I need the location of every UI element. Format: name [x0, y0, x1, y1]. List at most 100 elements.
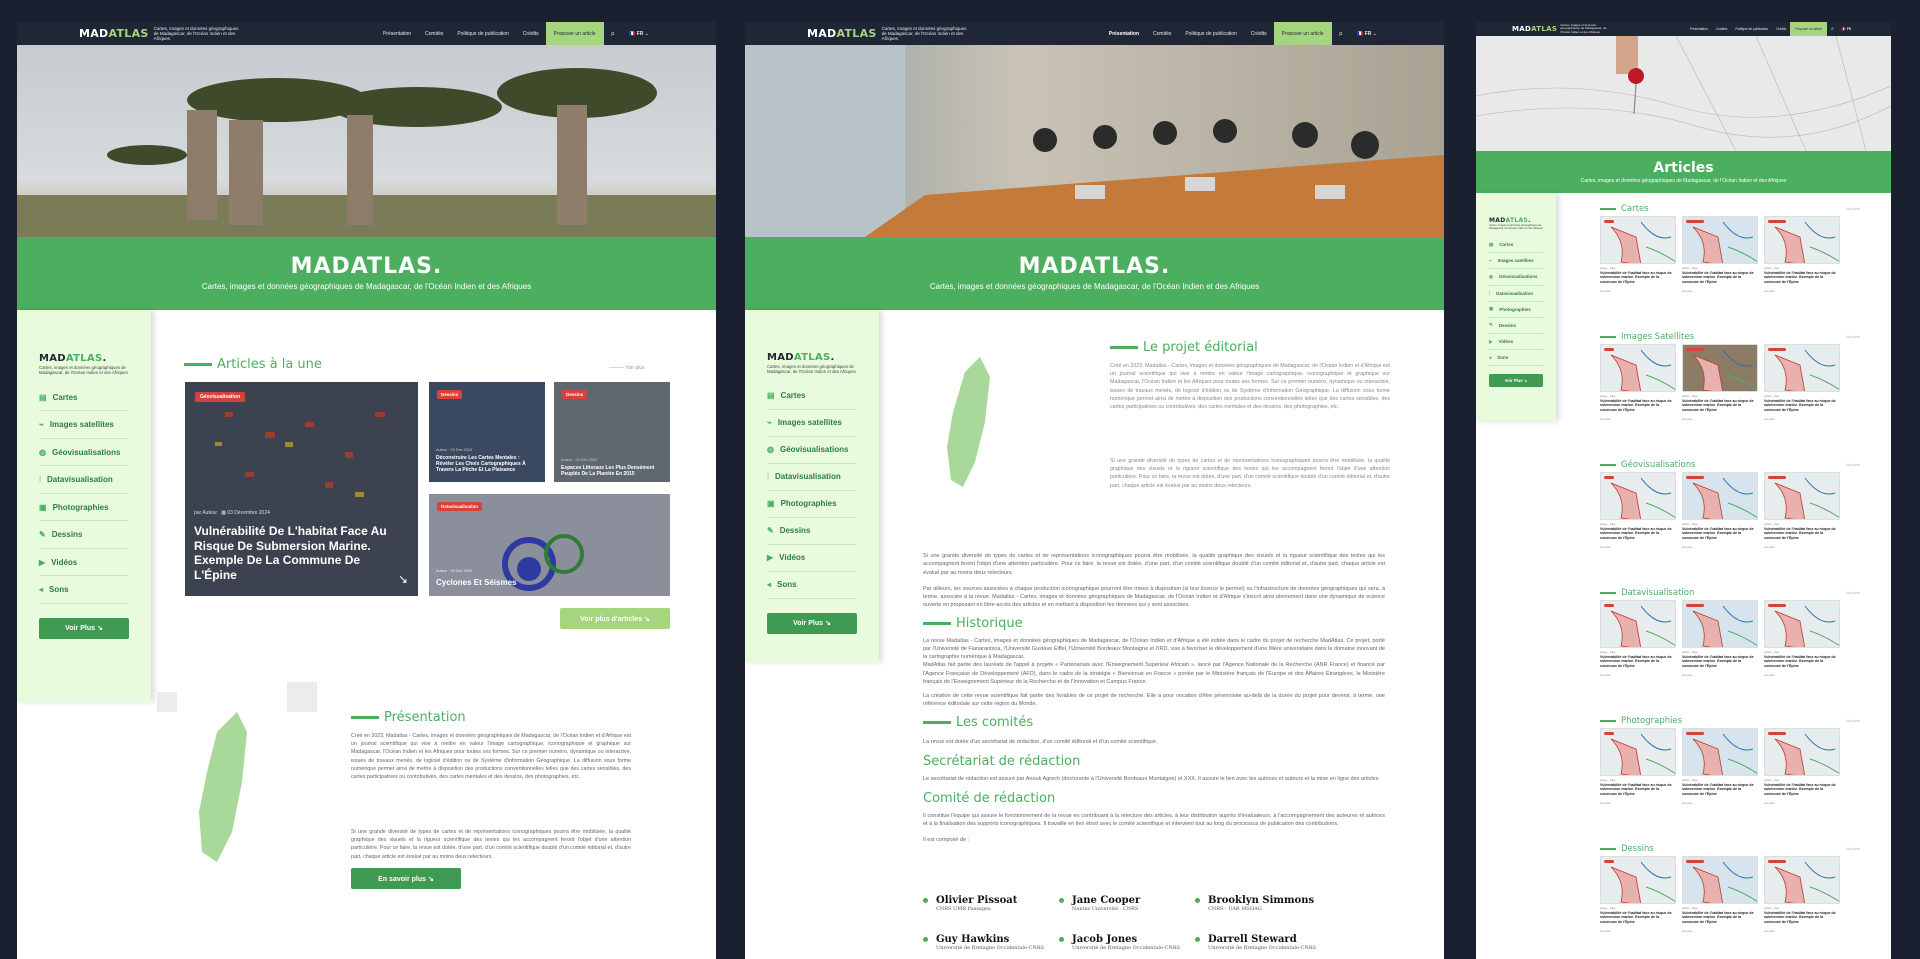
sidebar-item-vidéos[interactable]: ▶ Vidéos	[767, 545, 857, 572]
sidebar-item-photographies[interactable]: ▣ Photographies	[767, 491, 857, 518]
article-thumbnail[interactable]	[1600, 856, 1676, 904]
article-title[interactable]: Vulnérabilité de l'habitat face au risqu…	[1682, 911, 1756, 924]
nav-item-politique[interactable]: Politique de publication	[1731, 27, 1772, 31]
sidebar-item-images-satellites[interactable]: ⌁ Images satellites	[1489, 253, 1543, 270]
article-thumbnail[interactable]	[1682, 216, 1758, 264]
article-thumbnail[interactable]	[1682, 472, 1758, 520]
article-title[interactable]: Vulnérabilité de l'habitat face au risqu…	[1682, 655, 1756, 668]
sidebar-item-cartes[interactable]: ▤ Cartes	[39, 384, 129, 412]
sidebar-item-dessins[interactable]: ✎ Dessins	[1489, 318, 1543, 335]
article-title[interactable]: Vulnérabilité de l'habitat face au risqu…	[1764, 399, 1838, 412]
section-see-all-link[interactable]: Voir tous	[1846, 335, 1860, 339]
sidebar-item-géovisualisations[interactable]: ◍ Géovisualisations	[39, 439, 129, 467]
section-see-all-link[interactable]: Voir tous	[1846, 719, 1860, 723]
article-title[interactable]: Vulnérabilité de l'habitat face au risqu…	[1682, 399, 1756, 412]
article-read-more-link[interactable]: Lire plus	[1764, 545, 1775, 549]
sidebar-item-datavisualisation[interactable]: ⫶ Datavisualisation	[1489, 286, 1543, 302]
nav-item-credits[interactable]: Crédits	[1244, 31, 1274, 37]
card-title[interactable]: Déconstruire Les Cartes Mentales : Révél…	[436, 455, 536, 473]
article-thumbnail[interactable]	[1764, 216, 1840, 264]
featured-card-1[interactable]: Dessins Auteur · 03 Déc 2024 Déconstruir…	[429, 382, 545, 482]
section-see-all-link[interactable]: Voir tous	[1846, 207, 1860, 211]
article-read-more-link[interactable]: Lire plus	[1682, 289, 1693, 293]
sidebar-item-géovisualisations[interactable]: ◍ Géovisualisations	[767, 437, 857, 464]
sidebar-voir-plus-button[interactable]: Voir Plus ↘	[1489, 374, 1543, 388]
sidebar-item-vidéos[interactable]: ▶ Vidéos	[1489, 334, 1543, 351]
sidebar-voir-plus-button[interactable]: Voir Plus ↘	[39, 617, 129, 639]
article-title[interactable]: Vulnérabilité de l'habitat face au risqu…	[1600, 399, 1674, 412]
article-thumbnail[interactable]	[1764, 600, 1840, 648]
article-title[interactable]: Vulnérabilité de l'habitat face au risqu…	[1764, 655, 1838, 668]
article-read-more-link[interactable]: Lire plus	[1764, 929, 1775, 933]
article-read-more-link[interactable]: Lire plus	[1682, 545, 1693, 549]
article-thumbnail[interactable]	[1600, 344, 1676, 392]
sidebar-item-sons[interactable]: ◂ Sons	[1489, 350, 1543, 367]
sidebar-voir-plus-button[interactable]: Voir Plus ↘	[767, 612, 857, 634]
article-title[interactable]: Vulnérabilité de l'habitat face au risqu…	[1764, 527, 1838, 540]
article-read-more-link[interactable]: Lire plus	[1764, 417, 1775, 421]
article-read-more-link[interactable]: Lire plus	[1600, 673, 1611, 677]
article-thumbnail[interactable]	[1682, 728, 1758, 776]
featured-main-card[interactable]: Géovisualisation par Auteur ▦ 03 Décembr…	[185, 382, 418, 596]
featured-main-title[interactable]: Vulnérabilité De L'habitat Face Au Risqu…	[194, 524, 399, 583]
language-selector[interactable]: 🇫🇷 FR ⌄	[622, 31, 656, 37]
article-title[interactable]: Vulnérabilité de l'habitat face au risqu…	[1600, 655, 1674, 668]
site-logo[interactable]: MADATLAS	[807, 27, 877, 40]
article-title[interactable]: Vulnérabilité de l'habitat face au risqu…	[1600, 527, 1674, 540]
language-selector[interactable]: 🇫🇷 FR ⌄	[1350, 31, 1384, 37]
article-read-more-link[interactable]: Lire plus	[1682, 673, 1693, 677]
article-thumbnail[interactable]	[1764, 728, 1840, 776]
article-title[interactable]: Vulnérabilité de l'habitat face au risqu…	[1764, 271, 1838, 284]
sidebar-item-images-satellites[interactable]: ⌁ Images satellites	[767, 410, 857, 437]
featured-see-all-link[interactable]: ——— Voir plus	[609, 365, 645, 371]
article-read-more-link[interactable]: Lire plus	[1600, 801, 1611, 805]
featured-card-3[interactable]: Datavisualisation Auteur · 03 Déc 2024 C…	[429, 494, 670, 596]
sidebar-item-photographies[interactable]: ▣ Photographies	[1489, 302, 1543, 318]
article-title[interactable]: Vulnérabilité de l'habitat face au risqu…	[1600, 271, 1674, 284]
sidebar-item-sons[interactable]: ◂ Sons	[767, 572, 857, 599]
nav-item-presentation[interactable]: Présentation	[376, 31, 418, 37]
section-see-all-link[interactable]: Voir tous	[1846, 463, 1860, 467]
article-thumbnail[interactable]	[1764, 856, 1840, 904]
propose-article-button[interactable]: Proposer un article	[545, 22, 604, 45]
sidebar-item-photographies[interactable]: ▣ Photographies	[39, 494, 129, 522]
sidebar-item-images-satellites[interactable]: ⌁ Images satellites	[39, 411, 129, 439]
article-read-more-link[interactable]: Lire plus	[1600, 929, 1611, 933]
article-title[interactable]: Vulnérabilité de l'habitat face au risqu…	[1764, 783, 1838, 796]
article-read-more-link[interactable]: Lire plus	[1764, 801, 1775, 805]
featured-more-button[interactable]: Voir plus d'articles ↘	[560, 608, 670, 629]
article-title[interactable]: Vulnérabilité de l'habitat face au risqu…	[1682, 527, 1756, 540]
sidebar-item-cartes[interactable]: ▤ Cartes	[1489, 237, 1543, 254]
sidebar-item-datavisualisation[interactable]: ⫶ Datavisualisation	[39, 466, 129, 494]
sidebar-item-dessins[interactable]: ✎ Dessins	[767, 518, 857, 545]
sidebar-item-sons[interactable]: ◂ Sons	[39, 576, 129, 604]
article-title[interactable]: Vulnérabilité de l'habitat face au risqu…	[1600, 911, 1674, 924]
nav-item-comites[interactable]: Comités	[1146, 31, 1178, 37]
search-icon[interactable]: ⌕	[1332, 29, 1350, 39]
presentation-more-button[interactable]: En savoir plus ↘	[351, 868, 461, 889]
nav-item-comites[interactable]: Comités	[1712, 27, 1732, 31]
article-read-more-link[interactable]: Lire plus	[1682, 417, 1693, 421]
language-selector[interactable]: 🇫🇷 FR	[1838, 27, 1855, 31]
nav-item-comites[interactable]: Comités	[418, 31, 450, 37]
article-title[interactable]: Vulnérabilité de l'habitat face au risqu…	[1682, 271, 1756, 284]
article-read-more-link[interactable]: Lire plus	[1600, 545, 1611, 549]
sidebar-item-dessins[interactable]: ✎ Dessins	[39, 521, 129, 549]
article-thumbnail[interactable]	[1682, 856, 1758, 904]
article-thumbnail[interactable]	[1764, 344, 1840, 392]
nav-item-politique[interactable]: Politique de publication	[450, 31, 515, 37]
article-thumbnail[interactable]	[1764, 472, 1840, 520]
propose-article-button[interactable]: Proposer un article	[1273, 22, 1332, 45]
article-thumbnail[interactable]	[1600, 728, 1676, 776]
featured-card-2[interactable]: Dessins Auteur · 03 Déc 2024 Espaces Lit…	[554, 382, 670, 482]
nav-item-presentation[interactable]: Présentation	[1102, 31, 1146, 37]
nav-item-credits[interactable]: Crédits	[1772, 27, 1790, 31]
article-title[interactable]: Vulnérabilité de l'habitat face au risqu…	[1764, 911, 1838, 924]
sidebar-item-vidéos[interactable]: ▶ Vidéos	[39, 549, 129, 577]
card-title[interactable]: Cyclones Et Séismes	[436, 578, 516, 587]
article-thumbnail[interactable]	[1600, 600, 1676, 648]
article-read-more-link[interactable]: Lire plus	[1600, 417, 1611, 421]
article-read-more-link[interactable]: Lire plus	[1764, 673, 1775, 677]
article-thumbnail[interactable]	[1600, 472, 1676, 520]
nav-item-credits[interactable]: Crédits	[516, 31, 546, 37]
